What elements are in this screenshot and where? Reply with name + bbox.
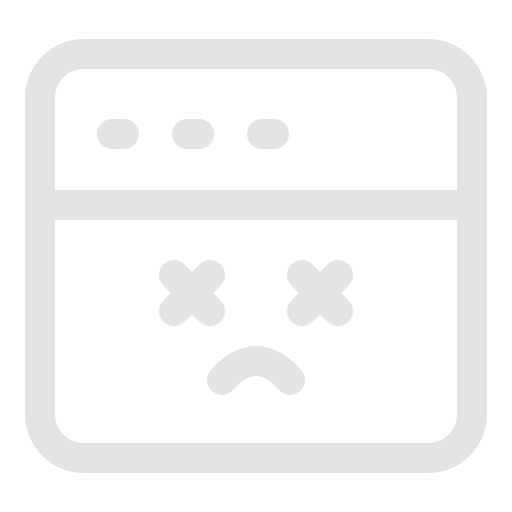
right-x-eye-icon xyxy=(287,260,353,326)
frown-icon xyxy=(207,346,305,395)
browser-error-icon xyxy=(25,39,487,473)
browser-window-frame xyxy=(25,39,487,473)
left-x-eye-icon xyxy=(159,260,225,326)
icon-stage xyxy=(0,0,512,512)
